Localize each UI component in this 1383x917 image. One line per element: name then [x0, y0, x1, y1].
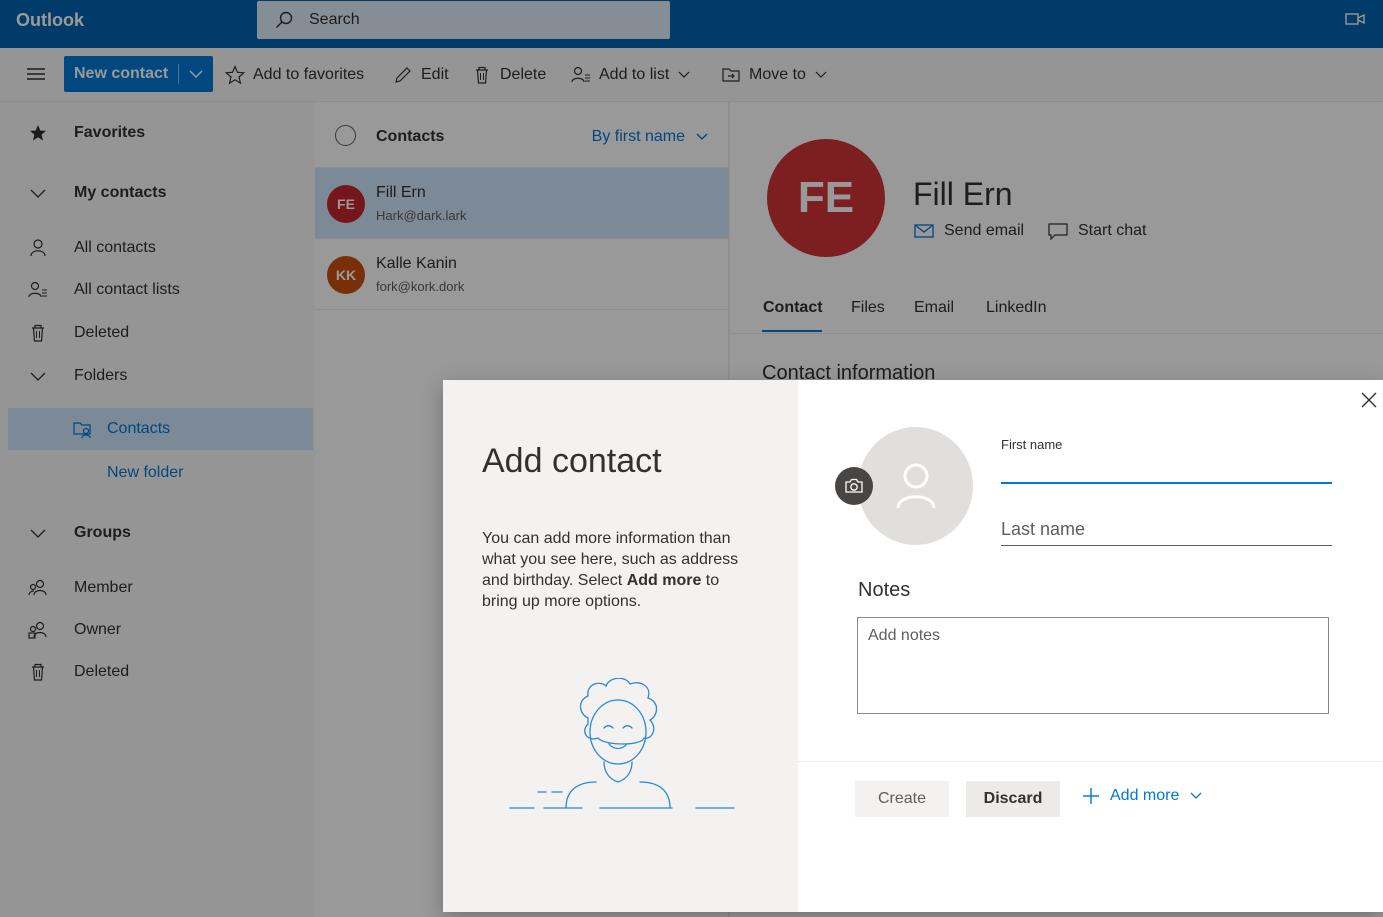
last-name-input[interactable] [1001, 514, 1332, 546]
camera-icon [845, 478, 863, 493]
first-name-input[interactable] [1001, 456, 1332, 484]
dialog-info-panel: Add contact You can add more information… [443, 380, 798, 912]
notes-textarea[interactable] [857, 617, 1329, 714]
chevron-down-icon [1190, 792, 1202, 799]
add-contact-dialog: Add contact You can add more information… [443, 380, 1383, 912]
notes-label: Notes [858, 579, 911, 601]
dialog-divider [798, 761, 1383, 762]
dialog-title: Add contact [482, 442, 662, 480]
discard-button[interactable]: Discard [966, 781, 1060, 817]
add-photo-button[interactable] [835, 467, 873, 505]
create-button[interactable]: Create [855, 781, 949, 817]
add-more-label: Add more [1110, 787, 1180, 804]
add-more-button[interactable]: Add more [1082, 787, 1203, 805]
dialog-description: You can add more information than what y… [482, 528, 757, 612]
plus-icon [1083, 788, 1099, 804]
contact-photo-placeholder[interactable] [858, 427, 973, 545]
first-name-label: First name [1001, 437, 1063, 452]
person-illustration [509, 678, 735, 809]
close-icon[interactable] [1361, 392, 1377, 408]
desc-bold: Add more [626, 572, 702, 589]
person-placeholder-icon [896, 463, 936, 509]
